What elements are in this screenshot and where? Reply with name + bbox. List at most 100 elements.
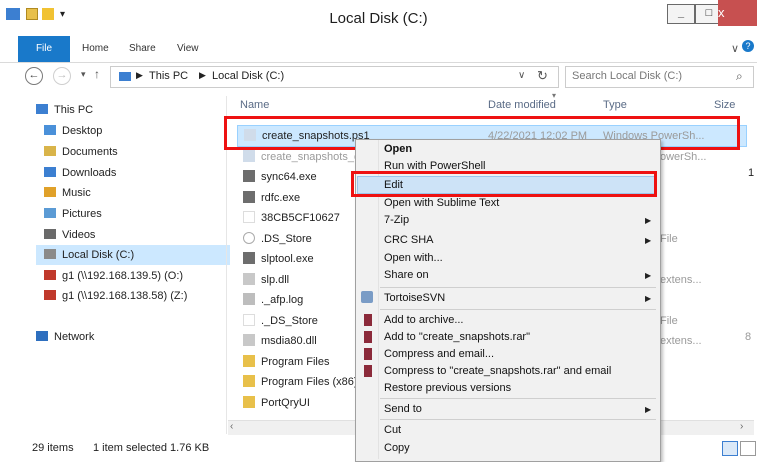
column-header-type[interactable]: Type: [603, 96, 627, 114]
file-icon: [243, 314, 255, 326]
menu-item-share-on[interactable]: Share on: [384, 267, 429, 284]
menu-item-compress-and-email[interactable]: Compress and email...: [384, 346, 494, 363]
tab-share[interactable]: Share: [129, 36, 156, 62]
file-type: extens...: [660, 274, 702, 286]
nav-item-this-pc[interactable]: This PC: [36, 100, 93, 120]
nav-item-label: Pictures: [62, 208, 102, 220]
file-name: ._afp.log: [261, 294, 304, 306]
videos-icon: [44, 229, 56, 239]
drive-icon: [44, 249, 56, 259]
menu-item-open[interactable]: Open: [384, 141, 412, 158]
nav-item-local-disk[interactable]: Local Disk (C:): [36, 245, 230, 265]
nav-item-label: This PC: [54, 104, 94, 116]
submenu-arrow-icon: ▶: [645, 216, 652, 225]
menu-item-add-to-archive[interactable]: Add to archive...: [384, 312, 464, 329]
status-selection: 1 item selected 1.76 KB: [93, 442, 210, 454]
submenu-arrow-icon: ▶: [645, 271, 652, 280]
nav-item-pictures[interactable]: Pictures: [44, 204, 102, 224]
menu-item-compress-to-rar-and-email[interactable]: Compress to "create_snapshots.rar" and e…: [384, 363, 611, 380]
nav-item-label: Local Disk (C:): [62, 249, 135, 261]
log-file-icon: [243, 293, 255, 305]
nav-item-label: Music: [62, 187, 91, 199]
tab-home[interactable]: Home: [82, 36, 109, 62]
network-drive-icon: [44, 270, 56, 280]
exe-icon: [243, 191, 255, 203]
nav-item-label: Desktop: [62, 125, 103, 137]
nav-item-music[interactable]: Music: [44, 183, 91, 203]
highlight-box-edit: [351, 171, 657, 197]
menu-item-open-with[interactable]: Open with...: [384, 250, 443, 267]
expand-ribbon-icon[interactable]: ∨: [731, 42, 739, 55]
submenu-arrow-icon: ▶: [645, 405, 652, 414]
menu-item-restore-previous-versions[interactable]: Restore previous versions: [384, 380, 511, 397]
column-header-date[interactable]: Date modified: [488, 96, 556, 114]
nav-item-network-drive-z[interactable]: g1 (\\192.168.138.58) (Z:): [44, 286, 187, 306]
scroll-left-icon[interactable]: ‹: [230, 421, 233, 432]
file-type: File: [660, 315, 678, 327]
nav-item-network[interactable]: Network: [36, 327, 94, 347]
folder-icon: [243, 396, 255, 408]
refresh-icon[interactable]: ↻: [537, 68, 548, 84]
column-header-name[interactable]: Name: [240, 96, 269, 114]
file-name: slptool.exe: [261, 253, 314, 265]
tab-file[interactable]: File: [18, 36, 70, 62]
nav-item-documents[interactable]: Documents: [44, 142, 118, 162]
menu-separator: [380, 419, 656, 420]
minimize-button[interactable]: _: [667, 4, 695, 24]
nav-item-label: Videos: [62, 229, 96, 241]
tab-view[interactable]: View: [177, 36, 199, 62]
nav-item-downloads[interactable]: Downloads: [44, 163, 116, 183]
search-placeholder: Search Local Disk (C:): [572, 70, 683, 82]
scroll-right-icon[interactable]: ›: [740, 421, 743, 432]
file-name: rdfc.exe: [261, 192, 301, 204]
close-button[interactable]: x: [718, 0, 757, 26]
breadcrumb-chevron-icon: ▶: [199, 70, 206, 80]
menu-item-crc-sha[interactable]: CRC SHA: [384, 232, 434, 249]
nav-item-label: Documents: [62, 146, 118, 158]
nav-item-network-drive-o[interactable]: g1 (\\192.168.139.5) (O:): [44, 266, 183, 286]
title-bar: ▾ Local Disk (C:) _ □ x: [0, 0, 757, 36]
breadcrumb-this-pc[interactable]: This PC: [149, 70, 188, 82]
forward-button[interactable]: →: [53, 67, 71, 85]
large-icons-view-icon[interactable]: [740, 441, 756, 456]
size-cell-partial: 8: [745, 331, 752, 343]
help-icon[interactable]: ?: [742, 40, 754, 52]
window-title: Local Disk (C:): [329, 10, 428, 27]
pictures-icon: [44, 208, 56, 218]
menu-item-tortoisesvn[interactable]: TortoiseSVN: [384, 290, 445, 307]
downloads-icon: [44, 167, 56, 177]
winrar-icon: [364, 348, 372, 360]
back-button[interactable]: ←: [25, 67, 43, 85]
details-view-icon[interactable]: [722, 441, 738, 456]
file-name: Program Files (x86): [261, 376, 358, 388]
menu-item-send-to[interactable]: Send to: [384, 401, 422, 418]
file-icon: [243, 211, 255, 223]
file-icon: [243, 232, 255, 244]
dll-icon: [243, 334, 255, 346]
up-button[interactable]: ↑: [94, 67, 100, 81]
menu-item-open-with-sublime[interactable]: Open with Sublime Text: [384, 195, 499, 212]
menu-item-add-to-rar[interactable]: Add to "create_snapshots.rar": [384, 329, 530, 346]
submenu-arrow-icon: ▶: [645, 294, 652, 303]
ribbon: File Home Share View ∨ ?: [0, 36, 757, 63]
address-dropdown-icon[interactable]: ∨: [518, 70, 525, 81]
menu-separator: [380, 309, 656, 310]
breadcrumb-local-disk[interactable]: Local Disk (C:): [212, 70, 284, 82]
nav-item-label: Downloads: [62, 167, 117, 179]
nav-item-videos[interactable]: Videos: [44, 225, 95, 245]
folder-icon: [243, 375, 255, 387]
winrar-icon: [364, 331, 372, 343]
winrar-icon: [364, 314, 372, 326]
file-type: owerSh...: [660, 151, 707, 163]
menu-item-7zip[interactable]: 7-Zip: [384, 212, 409, 229]
nav-item-desktop[interactable]: Desktop: [44, 121, 102, 141]
size-cell-partial: 1: [748, 167, 755, 179]
search-icon: ⌕: [736, 69, 743, 83]
file-type: File: [660, 233, 678, 245]
sort-indicator-icon: ▾: [552, 91, 557, 100]
column-header-size[interactable]: Size: [714, 96, 735, 114]
file-type: extens...: [660, 335, 702, 347]
address-bar[interactable]: ▶ This PC ▶ Local Disk (C:) ∨ ↻: [110, 66, 559, 88]
recent-locations-icon[interactable]: ▾: [81, 69, 86, 80]
search-input[interactable]: Search Local Disk (C:) ⌕: [565, 66, 754, 88]
